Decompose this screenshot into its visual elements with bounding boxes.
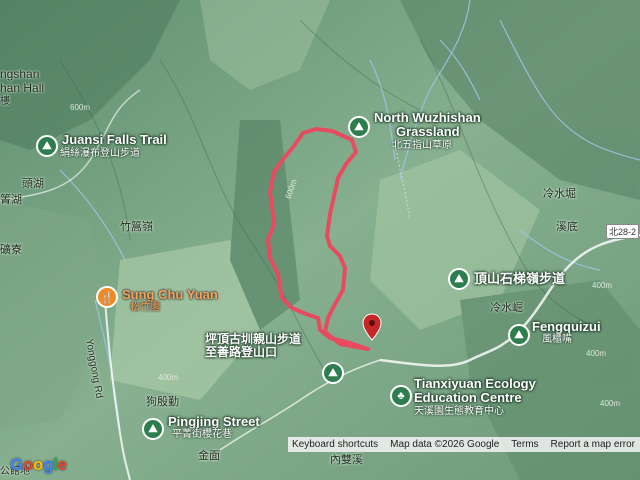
partial-label: han Hall [0,81,45,95]
partial-label: ngshan [0,67,40,81]
map-data-attribution: Map data ©2026 Google [390,439,500,450]
hiking-icon[interactable]: ⛰ [348,116,370,138]
place-label: 金面 [198,450,220,462]
poi-name-en2: Education Centre [414,390,522,406]
place-label: 內雙溪 [330,454,363,466]
poi-pingjing[interactable]: Pingjing Street 平菁街櫻花巷 [168,414,260,441]
poi-juansi-falls[interactable]: Juansi Falls Trail [62,132,167,147]
restaurant-label[interactable]: Sung Chu Yuan 松竹園 [122,287,218,314]
tree-icon[interactable]: ♣ [390,385,412,407]
place-label: 竹篙嶺 [120,221,153,233]
place-label: 溪底 [556,221,578,233]
poi-name-zh: 絹絲瀑布登山步道 [60,148,140,159]
google-logo: Google [10,455,67,474]
hiking-icon[interactable]: ⛰ [142,418,164,440]
poi-tianxiyuan[interactable]: Tianxiyuan Ecology Education Centre 天溪園生… [414,376,536,417]
poi-name-zh: 風櫃嘴 [542,334,572,346]
poi-name-zh: 天溪園生態教育中心 [414,405,504,417]
terms-link[interactable]: Terms [511,439,538,450]
partial-label: 箐湖 [0,194,22,206]
poi-fengquizui[interactable]: Fengquizui 風櫃嘴 [532,319,601,346]
restaurant-name-en: Sung Chu Yuan [122,287,218,302]
place-label: 冷水崛 [490,302,523,314]
elevation-label: 600m [70,103,91,112]
partial-label: 礦寮 [0,244,22,256]
restaurant-icon[interactable]: 🍴 [96,286,118,308]
elevation-label: 400m [592,281,613,290]
place-label: 狗殷勤 [146,396,179,408]
place-label: 頭湖 [22,178,44,190]
hiking-icon[interactable]: ⛰ [322,362,344,384]
report-error-link[interactable]: Report a map error [551,439,635,450]
partial-label: 樓 [0,96,10,107]
poi-name-zh: 平菁街櫻花巷 [172,429,232,441]
poi-name-en: Fengquizui [532,319,601,334]
map-footer: Keyboard shortcuts Map data ©2026 Google… [288,437,640,452]
keyboard-shortcuts-link[interactable]: Keyboard shortcuts [292,439,378,450]
poi-pingding[interactable]: 坪頂古圳親山步道 至善路登山口 [205,332,301,360]
road-shield: 北28-2 [606,224,640,239]
restaurant-name-zh: 松竹園 [130,302,160,314]
elevation-label: 400m [600,399,621,408]
terrain-map[interactable] [0,0,640,480]
elevation-label: 400m [158,373,179,382]
poi-name-en: Juansi Falls Trail [62,132,167,147]
elevation-label: 400m [586,349,607,358]
poi-name-zh2: 至善路登山口 [205,345,278,360]
poi-north-wuzhishan[interactable]: North Wuzhishan Grassland 北五指山草原 [374,110,481,151]
hiking-icon[interactable]: ⛰ [448,268,470,290]
hiking-icon[interactable]: ⛰ [36,135,58,157]
poi-name-en2: Grassland [396,124,460,140]
hiking-icon[interactable]: ⛰ [508,324,530,346]
place-label: 冷水堀 [543,188,576,200]
poi-name-zh: 北五指山草原 [392,139,452,151]
poi-name-en: Pingjing Street [168,414,260,429]
poi-dingshan[interactable]: 頂山石梯嶺步道 [474,271,565,286]
